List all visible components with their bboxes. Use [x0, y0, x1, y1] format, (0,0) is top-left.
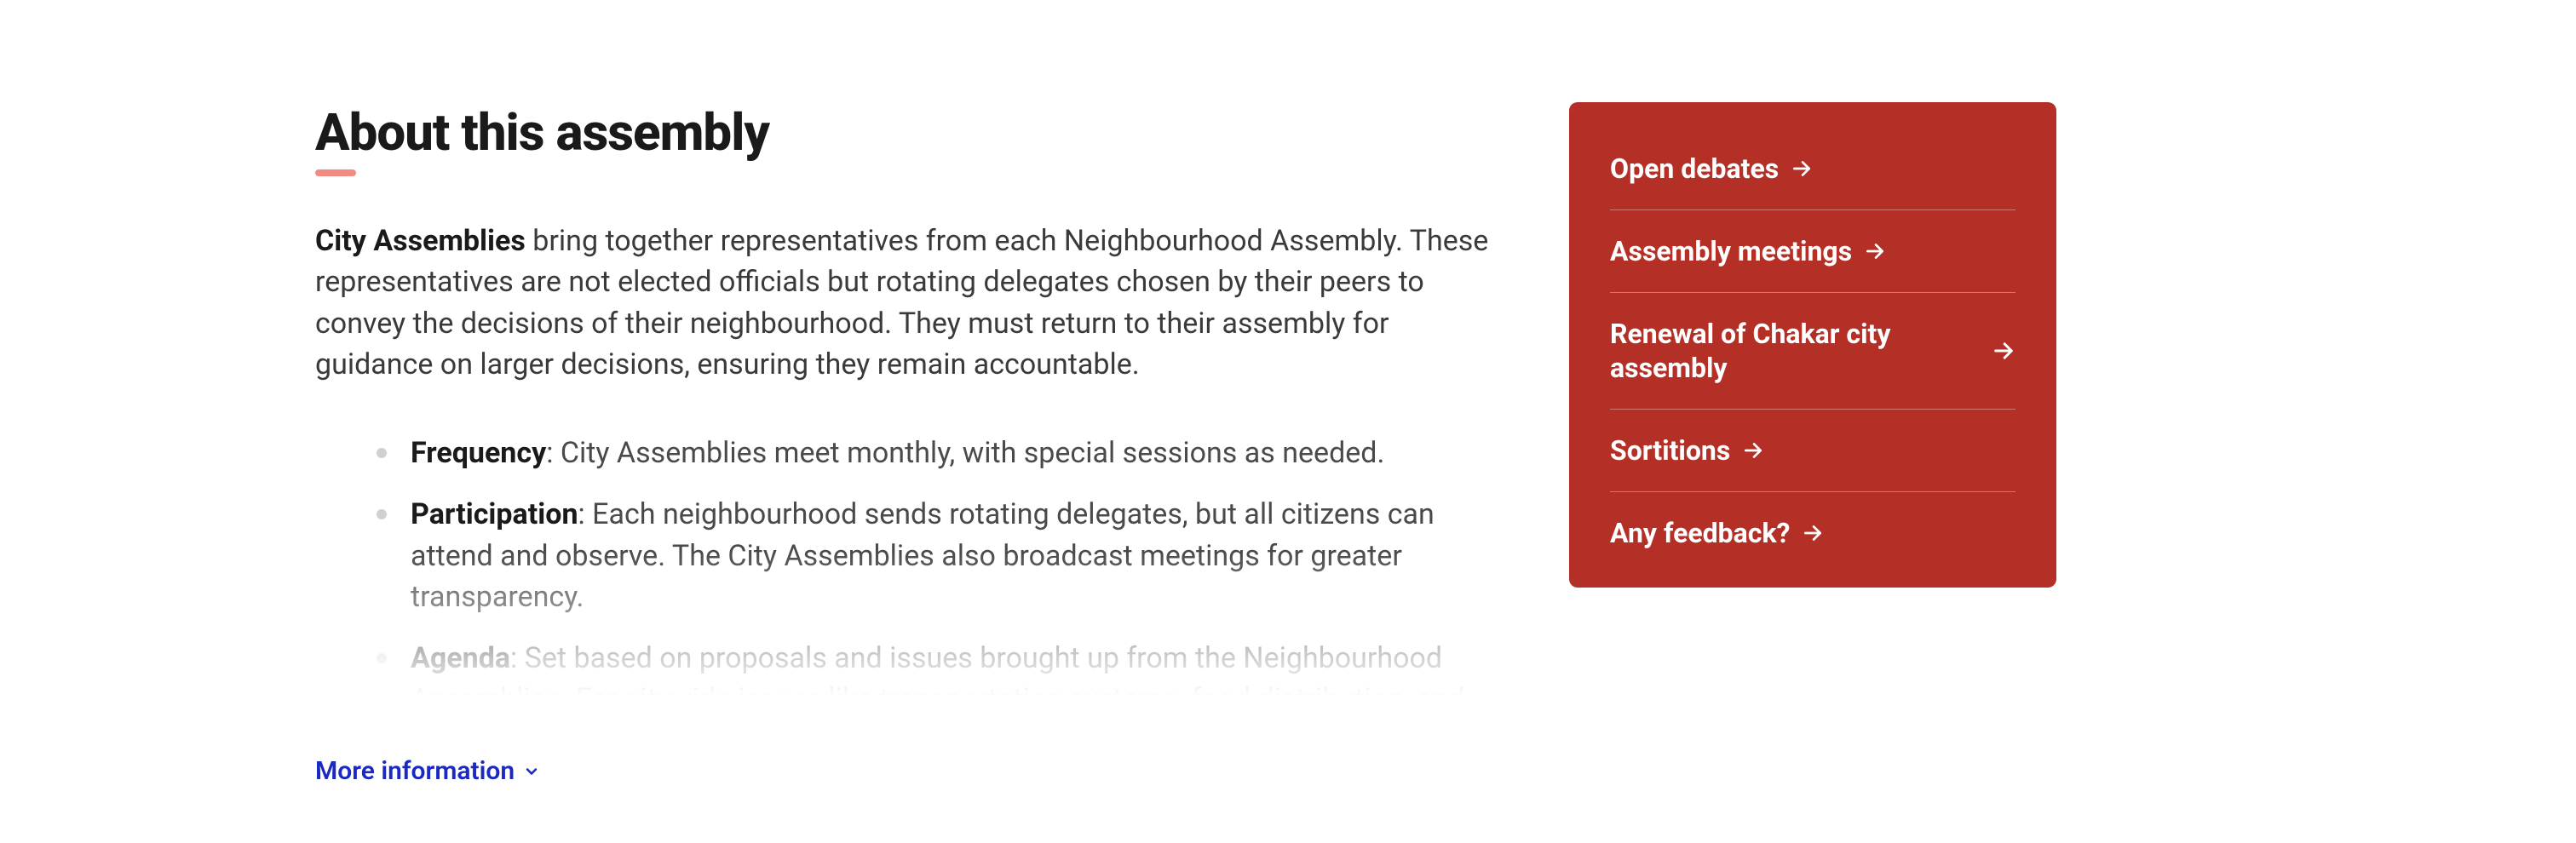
main-content: About this assembly City Assemblies brin… [315, 102, 1508, 786]
arrow-right-icon [1791, 158, 1813, 180]
list-item: Agenda: Set based on proposals and issue… [377, 638, 1508, 722]
list-item: Participation: Each neighbourhood sends … [377, 494, 1508, 617]
more-information-label: More information [315, 756, 515, 786]
arrow-right-icon [1992, 339, 2015, 363]
bullet-label: Agenda [411, 641, 510, 675]
sidebar-item-sortitions[interactable]: Sortitions [1610, 410, 2015, 492]
sidebar: Open debates Assembly meetings Renewal o… [1569, 102, 2056, 588]
intro-paragraph: City Assemblies bring together represent… [315, 221, 1508, 385]
title-underline [315, 169, 356, 176]
list-item: Frequency: City Assemblies meet monthly,… [377, 433, 1508, 473]
intro-bold: City Assemblies [315, 224, 526, 258]
sidebar-item-open-debates[interactable]: Open debates [1610, 128, 2015, 210]
sidebar-item-assembly-meetings[interactable]: Assembly meetings [1610, 210, 2015, 293]
bullet-text: : Set based on proposals and issues brou… [411, 641, 1464, 722]
collapsed-content: Frequency: City Assemblies meet monthly,… [315, 433, 1508, 722]
bullet-label: Frequency [411, 436, 546, 470]
more-information-link[interactable]: More information [315, 756, 540, 786]
bullet-label: Participation [411, 497, 578, 531]
sidebar-item-label: Sortitions [1610, 433, 1730, 467]
sidebar-item-feedback[interactable]: Any feedback? [1610, 492, 2015, 574]
bullet-list: Frequency: City Assemblies meet monthly,… [315, 433, 1508, 722]
sidebar-item-label: Renewal of Chakar city assembly [1610, 317, 1978, 385]
arrow-right-icon [1742, 439, 1764, 462]
sidebar-item-renewal-chakar[interactable]: Renewal of Chakar city assembly [1610, 293, 2015, 410]
sidebar-item-label: Any feedback? [1610, 516, 1790, 550]
chevron-down-icon [523, 763, 540, 780]
sidebar-item-label: Assembly meetings [1610, 234, 1852, 268]
sidebar-item-label: Open debates [1610, 152, 1779, 186]
bullet-text: : City Assemblies meet monthly, with spe… [546, 436, 1384, 470]
arrow-right-icon [1802, 522, 1824, 544]
arrow-right-icon [1864, 240, 1886, 262]
page-title: About this assembly [315, 102, 1508, 163]
